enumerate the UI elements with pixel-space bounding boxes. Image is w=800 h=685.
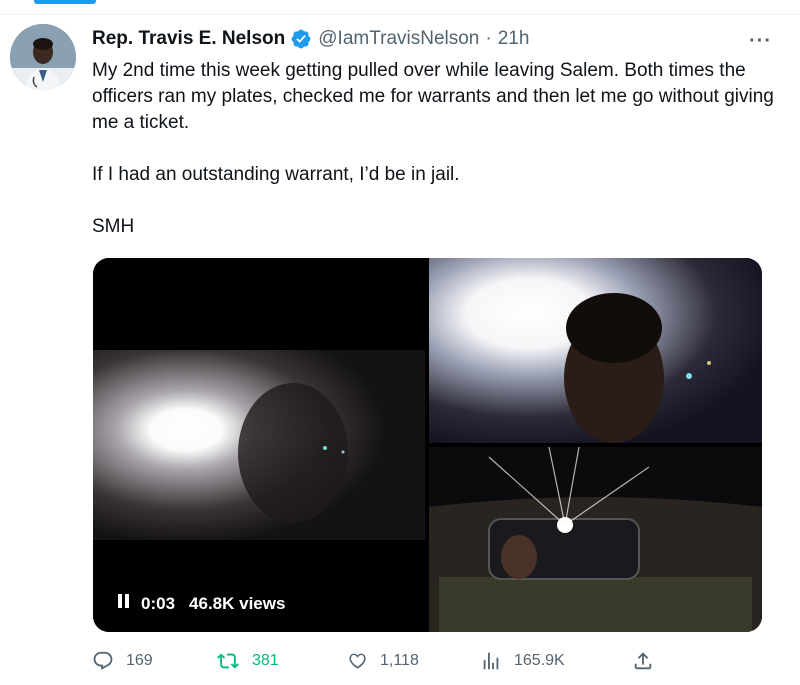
like-button[interactable]: 1,118: [346, 650, 419, 672]
retweet-count: 381: [252, 652, 279, 669]
photo-bottom-right[interactable]: [429, 447, 762, 632]
views-count: 165.9K: [514, 652, 565, 669]
share-icon: [634, 652, 652, 670]
author-name[interactable]: Rep. Travis E. Nelson: [92, 28, 285, 50]
like-icon: [349, 653, 366, 669]
video-player[interactable]: 0:03 46.8K views: [93, 258, 425, 632]
tweet-paragraph: If I had an outstanding warrant, I’d be …: [92, 164, 460, 185]
top-divider: [0, 14, 800, 15]
avatar[interactable]: [10, 24, 76, 90]
media-grid: 0:03 46.8K views: [93, 258, 762, 632]
retweet-button[interactable]: 381: [216, 650, 279, 672]
tweet-text: My 2nd time this week getting pulled ove…: [92, 58, 782, 240]
like-count: 1,118: [380, 652, 419, 669]
verified-badge-icon[interactable]: [290, 28, 312, 50]
tweet-actions: 169 381 1,118 165.9K: [92, 650, 692, 678]
reply-count: 169: [126, 652, 153, 669]
views-button[interactable]: 165.9K: [480, 650, 565, 672]
reply-button[interactable]: 169: [92, 650, 153, 672]
more-icon[interactable]: ···: [749, 30, 772, 53]
video-views: 46.8K views: [189, 593, 286, 613]
pause-icon[interactable]: [117, 593, 131, 614]
video-controls: 0:03 46.8K views: [117, 593, 285, 614]
video-time: 0:03: [141, 593, 176, 613]
author-handle[interactable]: @IamTravisNelson: [318, 28, 479, 50]
tweet-paragraph: SMH: [92, 216, 135, 237]
reply-icon: [93, 651, 113, 670]
views-icon: [483, 652, 499, 670]
tweet-header: Rep. Travis E. Nelson @IamTravisNelson ·…: [92, 26, 770, 52]
retweet-icon: [217, 653, 239, 669]
separator-dot: ·: [485, 28, 492, 49]
tweet-time[interactable]: 21h: [498, 28, 530, 50]
photo-top-right[interactable]: [429, 258, 762, 443]
active-tab-indicator: [34, 0, 96, 4]
share-button[interactable]: [632, 650, 666, 672]
tweet-paragraph: My 2nd time this week getting pulled ove…: [92, 60, 774, 133]
